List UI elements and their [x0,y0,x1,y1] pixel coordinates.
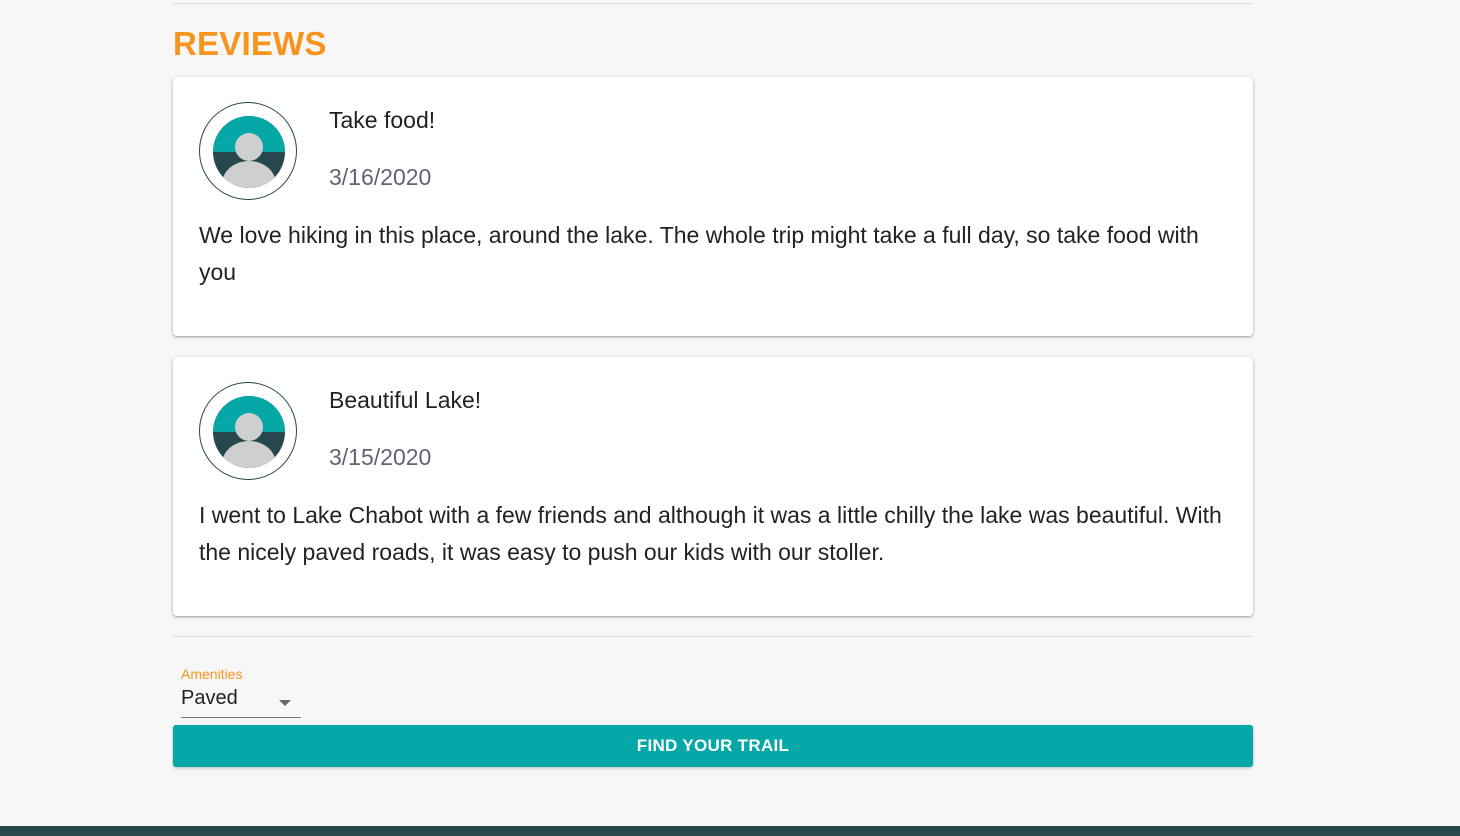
review-title: Beautiful Lake! [329,387,482,413]
reviews-heading: REVIEWS [173,25,327,62]
user-avatar-icon [213,116,285,188]
review-body: We love hiking in this place, around the… [199,222,1199,285]
top-divider [173,3,1253,4]
amenities-select[interactable]: Paved [181,684,301,718]
review-date: 3/15/2020 [329,444,432,470]
review-date: 3/16/2020 [329,164,432,190]
avatar [199,382,297,480]
review-card: Take food! 3/16/2020 We love hiking in t… [173,77,1253,336]
amenities-selected-value: Paved [181,687,238,709]
section-divider [173,636,1253,637]
review-body: I went to Lake Chabot with a few friends… [199,502,1222,565]
review-card: Beautiful Lake! 3/15/2020 I went to Lake… [173,357,1253,616]
chevron-down-icon [279,700,291,706]
user-avatar-icon [213,396,285,468]
review-title: Take food! [329,107,436,133]
amenities-label: Amenities [181,666,243,682]
footer-bar [0,826,1460,836]
find-your-trail-button[interactable]: FIND YOUR TRAIL [173,725,1253,767]
avatar [199,102,297,200]
